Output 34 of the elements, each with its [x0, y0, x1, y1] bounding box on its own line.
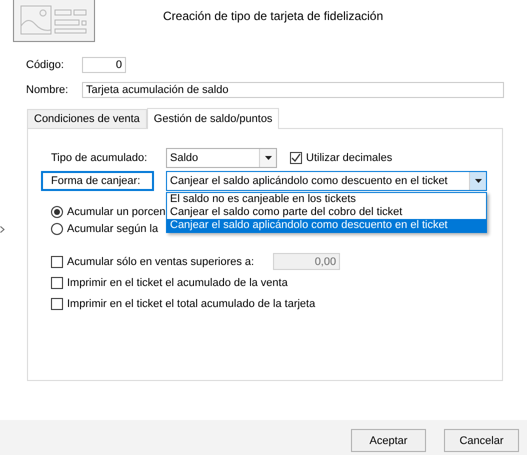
caret-icon	[264, 156, 272, 160]
checkbox[interactable]	[290, 152, 302, 164]
amount-field[interactable]: 0,00	[273, 253, 340, 270]
radio-button[interactable]	[51, 222, 63, 234]
tab[interactable]: Condiciones de venta	[27, 109, 147, 128]
chevron-icon	[0, 226, 5, 233]
radio-label: Acumular según la	[67, 222, 158, 234]
input-field[interactable]: 0	[82, 57, 126, 73]
checkbox-label: Utilizar decimales	[306, 152, 392, 164]
dropdown-option[interactable]: Canjear el saldo como parte del cobro del ticket	[167, 206, 486, 219]
dropdown-option[interactable]: El saldo no es canjeable en los tickets	[167, 193, 486, 206]
checkbox-label: Imprimir en el ticket el total acumulado de la tarjeta	[67, 298, 316, 310]
field-label: Nombre:	[26, 84, 70, 96]
radio-label: Acumular un porcen	[67, 206, 166, 218]
checkbox[interactable]	[51, 298, 63, 310]
checkbox[interactable]	[51, 256, 63, 268]
input-field[interactable]: Tarjeta acumulación de saldo	[82, 82, 504, 98]
field-label: Forma de canjear:	[41, 171, 154, 191]
dropdown-button[interactable]	[469, 172, 486, 190]
field-label: Código:	[26, 59, 65, 71]
dialog-title: Creación de tipo de tarjeta de fidelización	[163, 9, 384, 23]
field-label: Tipo de acumulado:	[51, 152, 148, 164]
checkbox-label: Imprimir en el ticket el acumulado de la venta	[67, 276, 288, 288]
tab[interactable]: Gestión de saldo/puntos	[146, 108, 280, 129]
dialog-button[interactable]: Cancelar	[444, 429, 519, 452]
dropdown[interactable]: Saldo	[166, 148, 277, 168]
checkbox[interactable]	[51, 276, 63, 288]
dropdown-option[interactable]: Canjear el saldo aplicándolo como descuento en el ticket	[167, 219, 486, 232]
radio-button[interactable]	[51, 206, 63, 218]
caret-icon	[474, 179, 482, 183]
dialog-button[interactable]: Aceptar	[351, 429, 426, 452]
checkbox-label: Acumular sólo en ventas superiores a:	[67, 256, 254, 268]
image-placeholder-icon	[13, 0, 95, 42]
dropdown-button[interactable]	[259, 149, 276, 167]
